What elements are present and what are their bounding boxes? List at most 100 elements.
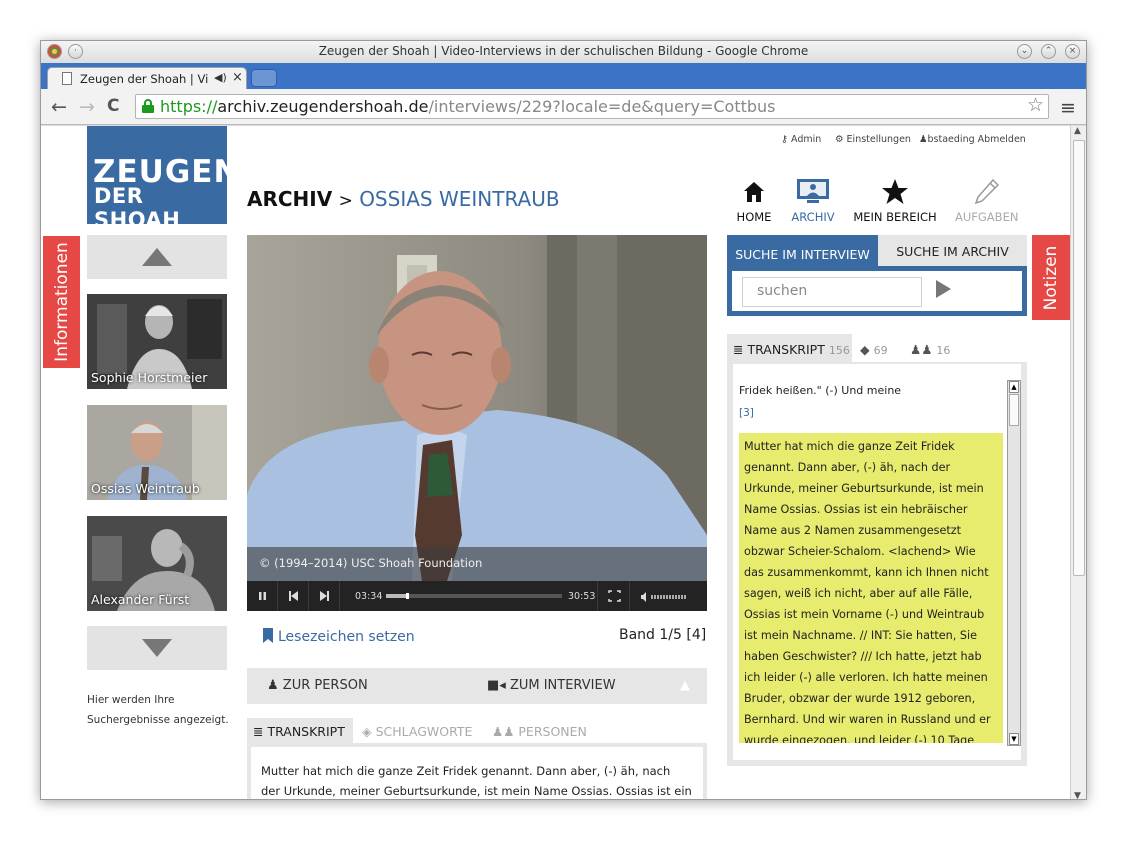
witness-card[interactable]: Ossias Weintraub	[87, 405, 227, 500]
nav-home[interactable]: HOME	[734, 176, 774, 224]
video-controls: 03:34 30:53	[247, 581, 707, 611]
key-icon: ⚷	[781, 134, 791, 145]
search-results-note: Hier werden Ihre Suchergebnisse angezeig…	[87, 694, 229, 726]
audio-playing-icon[interactable]: ◀)	[214, 71, 227, 84]
people-icon: ♟♟	[910, 342, 937, 357]
notizen-tab[interactable]: Notizen	[1032, 235, 1070, 320]
search-submit-icon[interactable]	[936, 280, 951, 298]
tab-suche-im-interview[interactable]: SUCHE IM INTERVIEW	[727, 235, 878, 267]
chrome-menu-button[interactable]: ≡	[1060, 97, 1076, 119]
segment-marker[interactable]: [3]	[739, 407, 754, 419]
tags-icon: ◆	[860, 342, 874, 357]
progress-handle[interactable]	[406, 593, 410, 599]
reload-button[interactable]: C	[107, 96, 119, 116]
search-input[interactable]: suchen	[742, 277, 922, 307]
transcript-text: Mutter hat mich die ganze Zeit Fridek ge…	[247, 743, 707, 799]
duration: 30:53	[568, 591, 596, 602]
page-viewport: ZEUGEN DER SHOAH Informationen Sophie Ho…	[41, 126, 1070, 799]
admin-link[interactable]: ⚷ Admin	[781, 134, 821, 145]
tab-transkript[interactable]: ≣ TRANSKRIPT	[247, 718, 353, 744]
search-tabs: SUCHE IM INTERVIEW SUCHE IM ARCHIV	[727, 235, 1027, 267]
scroll-down-arrow-icon[interactable]: ▼	[1074, 791, 1081, 799]
close-window-button[interactable]: ×	[1065, 44, 1080, 59]
pause-icon	[259, 592, 266, 600]
nav-archiv[interactable]: ARCHIV	[789, 176, 837, 224]
set-bookmark-link[interactable]: Lesezeichen setzen	[263, 628, 415, 645]
volume-icon	[641, 592, 686, 602]
video-copyright: © (1994–2014) USC Shoah Foundation	[247, 547, 707, 581]
tab-zur-person[interactable]: ♟ ZUR PERSON	[267, 678, 368, 693]
list-icon: ≣	[733, 342, 748, 357]
witness-name: Alexander Fürst	[91, 592, 190, 607]
witness-name: Sophie Horstmeier	[91, 370, 208, 385]
search-box: suchen	[727, 266, 1027, 316]
user-icon: ♟	[919, 134, 928, 145]
tab-zum-interview[interactable]: ■◂ ZUM INTERVIEW	[487, 678, 616, 693]
informationen-tab[interactable]: Informationen	[43, 236, 80, 368]
new-tab-button[interactable]	[251, 69, 277, 87]
monitor-icon	[789, 176, 837, 210]
nav-mein-bereich[interactable]: MEIN BEREICH	[853, 176, 937, 224]
scroll-down-arrow-icon[interactable]: ▼	[1009, 733, 1019, 745]
forward-button[interactable]: →	[79, 96, 95, 118]
browser-toolbar: ← → C https://archiv.zeugendershoah.de/i…	[41, 89, 1086, 125]
content-tabs: ≣ TRANSKRIPT ◈ SCHLAGWORTE ♟♟ PERSONEN	[247, 718, 707, 744]
tab-suche-im-archiv[interactable]: SUCHE IM ARCHIV	[878, 235, 1027, 267]
tab-close-button[interactable]: ×	[232, 70, 243, 85]
volume-control[interactable]	[641, 592, 693, 605]
minimize-button[interactable]: ⌄	[1017, 44, 1032, 59]
browser-tab[interactable]: Zeugen der Shoah | Vid ◀) ×	[47, 67, 247, 89]
title-bar: · Zeugen der Shoah | Video-Interviews in…	[41, 41, 1086, 63]
transcript-count: 156	[828, 344, 850, 357]
breadcrumb-separator: >	[338, 191, 353, 211]
home-icon	[734, 176, 774, 210]
highlighted-segment: Mutter hat mich die ganze Zeit Fridek ge…	[739, 433, 1003, 743]
next-button[interactable]	[309, 581, 340, 611]
collapse-arrow-icon[interactable]: ▲	[680, 678, 690, 693]
lock-icon	[142, 99, 154, 113]
tab-strip: Zeugen der Shoah | Vid ◀) ×	[41, 63, 1086, 89]
url-text[interactable]: https://archiv.zeugendershoah.de/intervi…	[160, 97, 776, 116]
skip-back-icon	[289, 591, 298, 601]
scroll-up-arrow-icon[interactable]: ▲	[1009, 381, 1019, 393]
bookmark-star-icon[interactable]: ☆	[1027, 94, 1044, 116]
witness-card[interactable]: Sophie Horstmeier	[87, 294, 227, 389]
logout-link[interactable]: Abmelden	[978, 134, 1026, 145]
address-bar[interactable]: https://archiv.zeugendershoah.de/intervi…	[135, 94, 1049, 119]
scrollbar-thumb[interactable]	[1009, 394, 1019, 426]
tab-personen[interactable]: ♟♟ PERSONEN	[492, 724, 587, 739]
page-scrollbar-thumb[interactable]	[1073, 140, 1085, 576]
site-logo[interactable]: ZEUGEN DER SHOAH	[87, 126, 239, 232]
browser-window: · Zeugen der Shoah | Video-Interviews in…	[40, 40, 1087, 800]
nav-aufgaben[interactable]: AUFGABEN	[955, 176, 1018, 224]
fullscreen-button[interactable]	[597, 581, 630, 611]
previous-button[interactable]	[278, 581, 309, 611]
username: bstaeding	[927, 134, 975, 145]
transcript-panel: Fridek heißen." (-) Und meine [3] Mutter…	[727, 362, 1027, 766]
page-icon	[62, 72, 72, 85]
tab-schlagworte[interactable]: ◈ SCHLAGWORTE	[362, 724, 472, 739]
breadcrumb: ARCHIV > OSSIAS WEINTRAUB	[247, 187, 560, 211]
scroll-up-button[interactable]	[87, 235, 227, 279]
skip-forward-icon	[320, 591, 329, 601]
witness-card[interactable]: Alexander Fürst	[87, 516, 227, 611]
settings-link[interactable]: ⚙ Einstellungen	[835, 134, 911, 145]
video-camera-icon: ■◂	[487, 678, 510, 693]
pause-button[interactable]	[247, 581, 278, 611]
back-button[interactable]: ←	[51, 96, 67, 118]
scroll-up-arrow-icon[interactable]: ▲	[1074, 126, 1081, 136]
tab-title: Zeugen der Shoah | Vid	[80, 72, 208, 86]
tab-persons-right[interactable]: ♟♟ 16	[910, 342, 950, 357]
progress-bar[interactable]	[386, 593, 562, 599]
scroll-down-button[interactable]	[87, 626, 227, 670]
video-player[interactable]: © (1994–2014) USC Shoah Foundation 03:34…	[247, 235, 707, 611]
page-scrollbar[interactable]: ▲ ▼	[1070, 126, 1086, 799]
witness-name: Ossias Weintraub	[91, 481, 200, 496]
tab-keywords-right[interactable]: ◆ 69	[860, 342, 888, 357]
tab-transcript-right[interactable]: ≣ TRANSKRIPT 156	[727, 334, 852, 362]
transcript-line: Fridek heißen." (-) Und meine	[739, 384, 902, 397]
maximize-button[interactable]: ⌃	[1041, 44, 1056, 59]
fullscreen-icon	[608, 590, 621, 602]
breadcrumb-archive[interactable]: ARCHIV	[247, 187, 332, 211]
transcript-scrollbar[interactable]: ▲ ▼	[1007, 380, 1021, 746]
